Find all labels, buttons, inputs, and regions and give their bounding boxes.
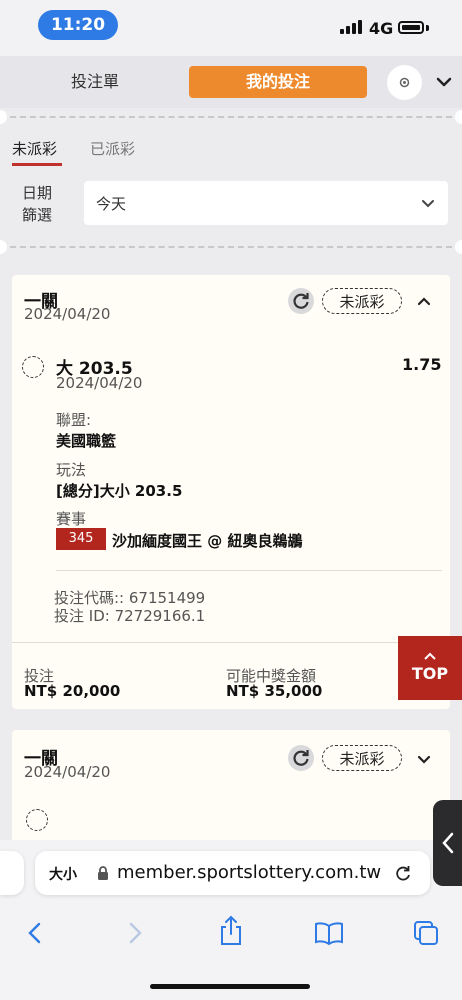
event-id-badge: 345 <box>56 528 106 550</box>
bookmarks-icon[interactable] <box>313 920 345 946</box>
notch <box>0 110 7 124</box>
signal-icon <box>340 18 366 34</box>
side-panel-tab[interactable] <box>433 800 462 886</box>
bet-date: 2024/04/20 <box>24 305 111 323</box>
share-icon[interactable] <box>217 915 245 947</box>
stake-value: NT$ 20,000 <box>24 682 121 700</box>
tab-unsettled[interactable]: 未派彩 <box>12 138 57 159</box>
battery-cap <box>426 25 429 31</box>
url-text: member.sportslottery.com.tw <box>117 862 382 883</box>
divider <box>10 246 452 248</box>
date-filter-value: 今天 <box>96 195 127 213</box>
odds: 1.75 <box>402 355 442 374</box>
scroll-top-button[interactable]: TOP <box>398 636 462 700</box>
notch <box>455 110 462 124</box>
league-label: 聯盟: <box>56 411 92 429</box>
divider <box>12 642 450 643</box>
status-badge: 未派彩 <box>322 288 402 314</box>
status-badge: 未派彩 <box>322 745 402 771</box>
chevron-down-icon[interactable] <box>434 72 454 92</box>
market-value: [總分]大小 203.5 <box>56 482 183 500</box>
reload-icon[interactable] <box>393 863 413 883</box>
address-bar[interactable]: 大小 member.sportslottery.com.tw <box>35 851 430 895</box>
tab-my-bets[interactable]: 我的投注 <box>189 66 367 98</box>
divider <box>10 116 452 118</box>
chevron-up-icon[interactable] <box>414 291 434 311</box>
tab-bet-slip[interactable]: 投注單 <box>40 60 150 104</box>
league-value: 美國職籃 <box>56 432 117 450</box>
notch <box>0 240 7 254</box>
chevron-down-icon <box>422 200 434 208</box>
filter-label: 日期 篩選 <box>22 184 53 224</box>
chevron-down-icon[interactable] <box>414 749 434 769</box>
network-type: 4G <box>369 19 394 38</box>
gear-icon[interactable] <box>387 65 422 100</box>
caret-up-icon <box>424 652 436 660</box>
tab-settled[interactable]: 已派彩 <box>90 138 135 159</box>
event-label: 賽事 <box>56 510 87 528</box>
date-filter-select[interactable]: 今天 <box>84 181 448 225</box>
payout-value: NT$ 35,000 <box>226 682 323 700</box>
chevron-left-icon <box>442 832 454 854</box>
forward-icon[interactable] <box>122 920 148 946</box>
event-name: 沙加緬度國王 @ 紐奧良鵜鶘 <box>112 532 303 550</box>
selection-date: 2024/04/20 <box>56 374 143 392</box>
status-time: 11:20 <box>38 10 118 40</box>
previous-tab-edge[interactable] <box>0 851 24 895</box>
home-indicator <box>150 984 310 989</box>
back-icon[interactable] <box>22 920 48 946</box>
select-radio[interactable] <box>22 356 44 378</box>
notch <box>455 240 462 254</box>
lock-icon <box>98 866 108 880</box>
tabs-icon[interactable] <box>412 919 440 947</box>
select-radio[interactable] <box>26 809 48 831</box>
market-label: 玩法 <box>56 461 87 479</box>
battery-icon <box>398 21 424 34</box>
bet-date: 2024/04/20 <box>24 763 111 781</box>
refresh-icon[interactable] <box>288 288 314 314</box>
divider <box>56 570 442 571</box>
text-size-button[interactable]: 大小 <box>49 864 77 884</box>
refresh-icon[interactable] <box>288 745 314 771</box>
active-tab-underline <box>12 163 62 166</box>
bet-id: 投注 ID: 72729166.1 <box>54 607 206 625</box>
